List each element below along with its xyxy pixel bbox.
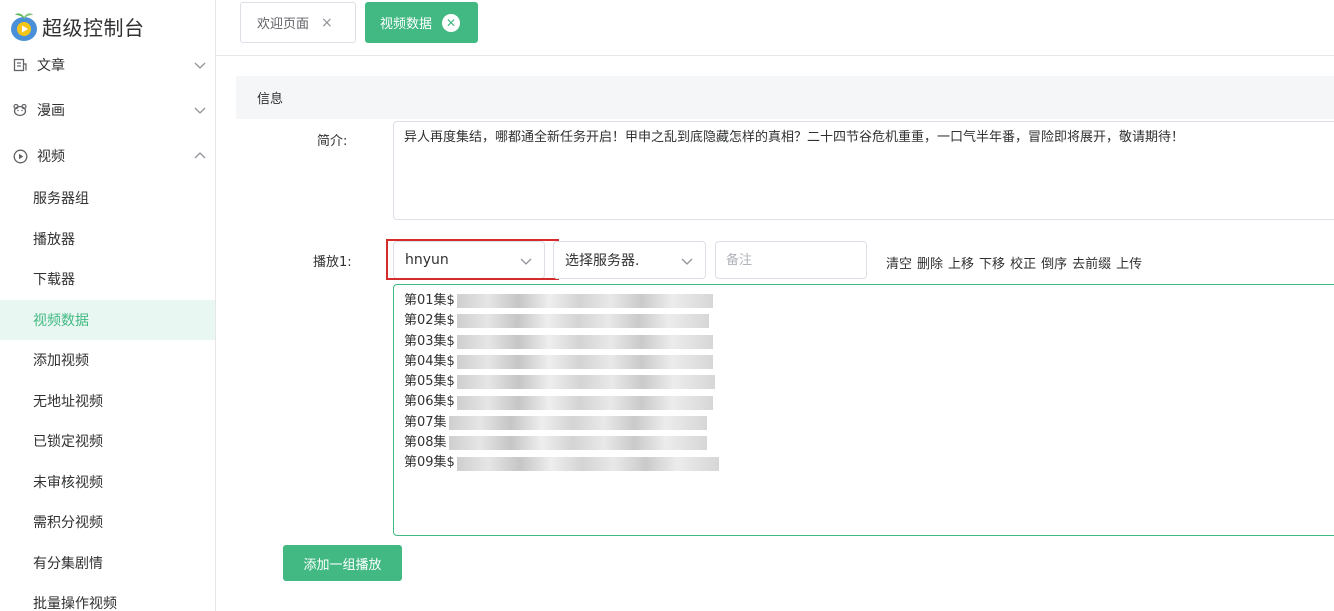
menu-video-label: 视频 xyxy=(37,149,65,165)
redacted-url xyxy=(456,456,719,471)
redacted-url xyxy=(456,314,709,329)
chevron-up-icon xyxy=(194,152,206,159)
sidebar: 超级控制台 文章 漫画 视频 服务器组 播放器 下载器 视频数据 添加视频 无地… xyxy=(0,0,216,611)
chevron-down-icon xyxy=(194,62,206,69)
sidebar-item-label: 播放器 xyxy=(33,232,75,248)
sidebar-item-video-data[interactable]: 视频数据 xyxy=(0,300,215,340)
redacted-url xyxy=(456,395,713,410)
menu-comic[interactable]: 漫画 xyxy=(0,90,215,130)
panel-title: 信息 xyxy=(257,92,284,107)
intro-text: 异人再度集结，哪都通全新任务开启！甲申之乱到底隐藏怎样的真相？二十四节谷危机重重… xyxy=(404,130,1185,145)
redacted-url xyxy=(448,436,707,451)
reverse-button[interactable]: 倒序 xyxy=(1041,253,1067,272)
correct-button[interactable]: 校正 xyxy=(1010,253,1036,272)
sidebar-item-label: 有分集剧情 xyxy=(33,556,103,572)
sidebar-item-downloader[interactable]: 下载器 xyxy=(0,259,215,299)
episode-label: 第07集 xyxy=(404,414,447,430)
play-actions: 清空 删除 上移 下移 校正 倒序 去前缀 上传 xyxy=(886,253,1147,272)
app-title: 超级控制台 xyxy=(42,15,145,40)
episode-textarea[interactable]: 第01集$ 第02集$ 第03集$ 第04集$ 第05集$ 第06集$ 第07集… xyxy=(393,284,1334,536)
redacted-url xyxy=(456,375,715,390)
chevron-down-icon xyxy=(520,258,532,265)
episode-line: 第08集 xyxy=(404,433,1332,453)
sidebar-item-add-video[interactable]: 添加视频 xyxy=(0,340,215,380)
logo[interactable]: 超级控制台 xyxy=(8,8,145,44)
sidebar-item-label: 下载器 xyxy=(33,272,75,288)
episode-line: 第03集$ xyxy=(404,332,1332,352)
episode-line: 第01集$ xyxy=(404,291,1332,311)
episode-line: 第02集$ xyxy=(404,311,1332,331)
intro-textarea[interactable]: 异人再度集结，哪都通全新任务开启！甲申之乱到底隐藏怎样的真相？二十四节谷危机重重… xyxy=(393,121,1334,220)
sidebar-item-locked-video[interactable]: 已锁定视频 xyxy=(0,421,215,461)
note-input[interactable] xyxy=(715,241,867,279)
sidebar-item-label: 服务器组 xyxy=(33,191,89,207)
delete-button[interactable]: 删除 xyxy=(917,253,943,272)
episode-label: 第05集$ xyxy=(404,374,455,390)
tab-label: 欢迎页面 xyxy=(257,17,310,32)
tab-bar: 欢迎页面 × 视频数据 ✕ xyxy=(216,0,1334,56)
note-field[interactable] xyxy=(726,252,856,268)
server-select[interactable]: 选择服务器. xyxy=(553,241,706,279)
intro-label: 简介: xyxy=(317,134,348,149)
sidebar-item-label: 添加视频 xyxy=(33,353,89,369)
tab-welcome[interactable]: 欢迎页面 × xyxy=(240,2,356,43)
sidebar-item-batch-video[interactable]: 批量操作视频 xyxy=(0,583,215,611)
tab-video-data[interactable]: 视频数据 ✕ xyxy=(365,2,478,43)
chevron-down-icon xyxy=(681,258,693,265)
episode-label: 第04集$ xyxy=(404,353,455,369)
clear-button[interactable]: 清空 xyxy=(886,253,912,272)
move-up-button[interactable]: 上移 xyxy=(948,253,974,272)
episode-label: 第06集$ xyxy=(404,394,455,410)
episode-label: 第08集 xyxy=(404,435,447,451)
sidebar-item-no-url-video[interactable]: 无地址视频 xyxy=(0,381,215,421)
app-logo-icon xyxy=(8,10,40,42)
redacted-url xyxy=(456,334,713,349)
sidebar-item-label: 需积分视频 xyxy=(33,515,103,531)
sidebar-item-points-video[interactable]: 需积分视频 xyxy=(0,502,215,542)
add-play-group-button[interactable]: 添加一组播放 xyxy=(283,545,402,581)
tab-label: 视频数据 xyxy=(380,17,433,32)
sidebar-item-label: 无地址视频 xyxy=(33,394,103,410)
sidebar-item-episode-plot[interactable]: 有分集剧情 xyxy=(0,543,215,583)
upload-button[interactable]: 上传 xyxy=(1116,253,1142,272)
menu-article-label: 文章 xyxy=(37,58,65,74)
menu-article[interactable]: 文章 xyxy=(0,45,215,85)
play-label: 播放1: xyxy=(313,255,352,270)
sidebar-item-label: 批量操作视频 xyxy=(33,596,117,611)
close-icon[interactable]: ✕ xyxy=(442,13,461,32)
sidebar-item-label: 视频数据 xyxy=(33,313,89,329)
remove-prefix-button[interactable]: 去前缀 xyxy=(1072,253,1111,272)
sidebar-item-unreviewed-video[interactable]: 未审核视频 xyxy=(0,462,215,502)
close-icon[interactable]: × xyxy=(321,15,333,31)
episode-line: 第07集 xyxy=(404,413,1332,433)
episode-label: 第09集$ xyxy=(404,455,455,471)
player-select-value: hnyun xyxy=(405,252,449,268)
play-circle-icon xyxy=(12,148,28,164)
menu-comic-label: 漫画 xyxy=(37,103,65,119)
episode-label: 第02集$ xyxy=(404,313,455,329)
panel-header: 信息 xyxy=(236,76,1334,119)
episode-line: 第05集$ xyxy=(404,372,1332,392)
player-select[interactable]: hnyun xyxy=(393,241,545,279)
sidebar-item-player[interactable]: 播放器 xyxy=(0,219,215,259)
episode-label: 第01集$ xyxy=(404,293,455,308)
episode-line: 第04集$ xyxy=(404,352,1332,372)
episode-line: 第09集$ xyxy=(404,453,1332,473)
episode-label: 第03集$ xyxy=(404,333,455,349)
document-icon xyxy=(12,57,28,73)
redacted-url xyxy=(456,294,713,309)
redacted-url xyxy=(448,415,707,430)
server-select-value: 选择服务器. xyxy=(565,253,640,269)
bear-icon xyxy=(12,102,28,118)
sidebar-item-label: 已锁定视频 xyxy=(33,434,103,450)
redacted-url xyxy=(456,355,713,370)
chevron-down-icon xyxy=(194,107,206,114)
episode-line: 第06集$ xyxy=(404,392,1332,412)
sidebar-item-label: 未审核视频 xyxy=(33,475,103,491)
move-down-button[interactable]: 下移 xyxy=(979,253,1005,272)
menu-video[interactable]: 视频 xyxy=(0,136,215,176)
sidebar-item-server-group[interactable]: 服务器组 xyxy=(0,178,215,218)
